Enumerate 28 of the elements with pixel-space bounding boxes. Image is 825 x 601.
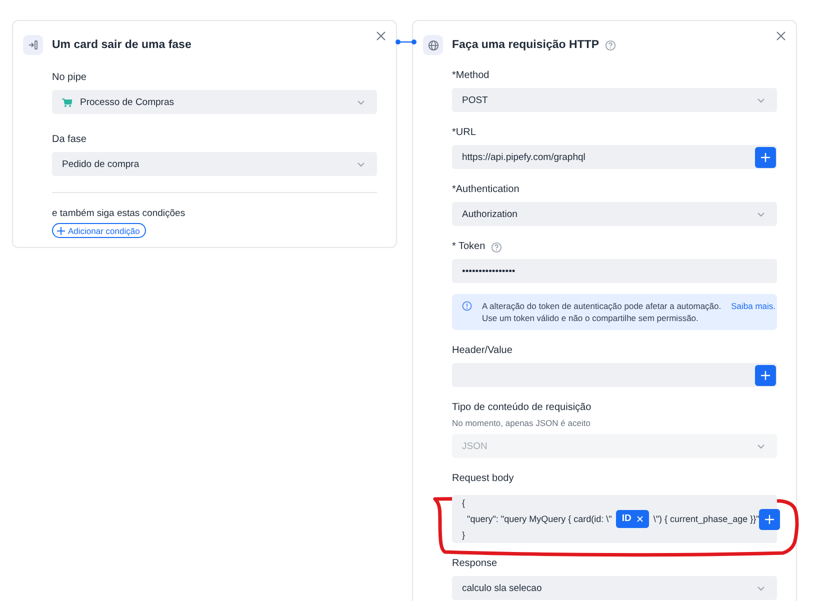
- conditions-text: e também siga estas condições: [52, 208, 186, 219]
- add-condition-button[interactable]: Adicionar condição: [52, 223, 146, 238]
- code-text: {: [462, 497, 466, 510]
- field-label: *Method: [452, 70, 490, 82]
- card-title: Um card sair de uma fase: [52, 39, 192, 51]
- learn-more-link[interactable]: Saiba mais.: [731, 300, 776, 312]
- select-field[interactable]: Pedido de compra: [52, 152, 377, 176]
- field-label: Header/Value: [452, 345, 514, 357]
- card-title: Faça uma requisição HTTP: [452, 39, 599, 51]
- select-field[interactable]: calculo sla selecao: [452, 576, 777, 600]
- field-label: Response: [452, 558, 498, 570]
- password-field[interactable]: ••••••••••••••••: [452, 259, 777, 283]
- notice-text: A alteração do token de autenticação pode afetar a automação. Use um token válido e não o compartilhe sem permissão.: [482, 300, 722, 324]
- field-label: Tipo de conteúdo de requisição: [452, 402, 592, 414]
- select-field[interactable]: Processo de Compras: [52, 90, 377, 114]
- field-label: No pipe: [52, 72, 88, 84]
- field-hint: No momento, apenas JSON é aceito: [452, 418, 592, 428]
- field-label: Da fase: [52, 134, 88, 146]
- code-text: "query": "query MyQuery { card(id: \": [467, 513, 612, 526]
- field-label: *URL: [452, 127, 477, 139]
- field-label: *Authentication: [452, 184, 520, 196]
- select-field[interactable]: Authorization: [452, 202, 777, 226]
- code-text: }: [462, 529, 466, 542]
- select-field[interactable]: POST: [452, 88, 777, 112]
- variable-chip[interactable]: ID: [616, 510, 650, 528]
- field-label: Request body: [452, 473, 515, 485]
- code-text: \") { current_phase_age }}": [653, 513, 760, 526]
- field-label: * Token: [452, 241, 486, 253]
